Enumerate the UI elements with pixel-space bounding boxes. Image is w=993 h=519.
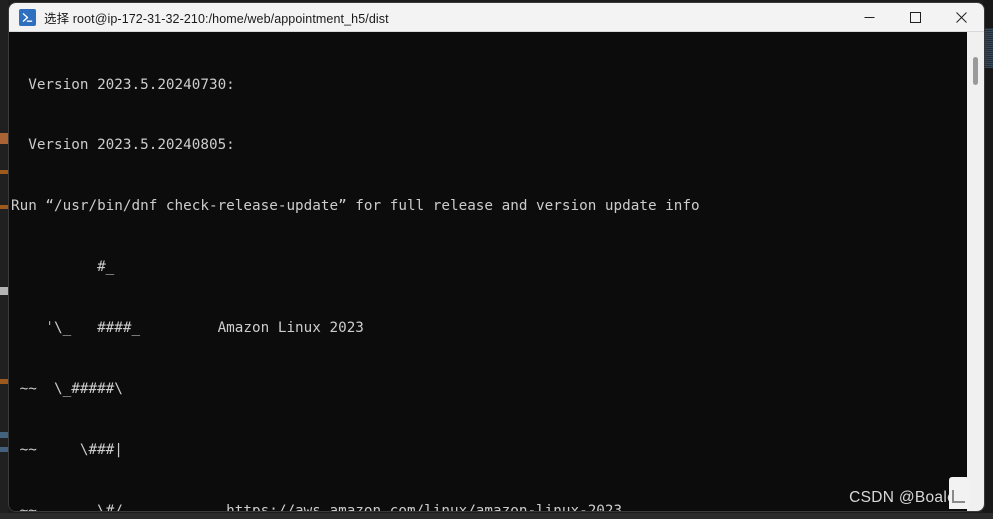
terminal-line-ascii-art: ~~ \_#####\ [11,379,700,399]
watermark-overlay-glyph [949,477,969,509]
terminal-line: Version 2023.5.20240730: [11,75,700,95]
terminal-line: Version 2023.5.20240805: [11,135,700,155]
window-titlebar[interactable]: 选择 root@ip-172-31-32-210:/home/web/appoi… [9,3,984,32]
line-text: ~~ \_#####\ [11,381,123,398]
background-text-fragment [0,287,8,295]
background-text-fragment [0,379,8,384]
line-text: ˈ\_ ####_ Amazon Linux 2023 [11,320,364,337]
minimize-button[interactable] [846,3,892,32]
terminal-scrollbar[interactable] [967,32,984,511]
screenshot-root: 选择 root@ip-172-31-32-210:/home/web/appoi… [0,0,993,519]
line-text: Version 2023.5.20240805: [11,137,235,154]
terminal-line-ascii-art: ~~ \#/, ___ https://aws.amazon.com/linux… [11,501,700,512]
background-text-fragment [0,447,8,452]
window-title: 选择 root@ip-172-31-32-210:/home/web/appoi… [44,11,389,26]
scrollbar-thumb[interactable] [973,57,978,85]
line-text: #_ [11,259,278,276]
terminal-line-ascii-art: #_ [11,257,700,277]
background-window-edge[interactable] [0,0,8,519]
terminal-body[interactable]: Version 2023.5.20240730: Version 2023.5.… [9,32,984,512]
background-text-fragment [0,205,8,209]
terminal-output: Version 2023.5.20240730: Version 2023.5.… [11,34,700,512]
close-button[interactable] [938,3,984,32]
line-text: Run “/usr/bin/dnf check-release-update” … [11,198,700,215]
line-text: ~~ \#/, ___ https://aws.amazon.com/linux… [11,502,623,512]
terminal-line-ascii-art: ˈ\_ ####_ Amazon Linux 2023 [11,318,700,338]
terminal-line: Run “/usr/bin/dnf check-release-update” … [11,196,700,216]
background-text-fragment [0,170,8,174]
desktop-bottom-edge [0,513,993,519]
background-text-fragment [0,432,8,438]
line-text: Version 2023.5.20240730: [11,76,235,93]
background-text-fragment [0,133,8,144]
line-text: ~~ \###| [11,441,123,458]
terminal-line-ascii-art: ~~ \###| [11,440,700,460]
powershell-icon [19,8,36,26]
window-controls [846,3,984,32]
maximize-button[interactable] [892,3,938,32]
terminal-window: 选择 root@ip-172-31-32-210:/home/web/appoi… [8,2,985,512]
watermark-text: CSDN @Boale [849,489,956,506]
